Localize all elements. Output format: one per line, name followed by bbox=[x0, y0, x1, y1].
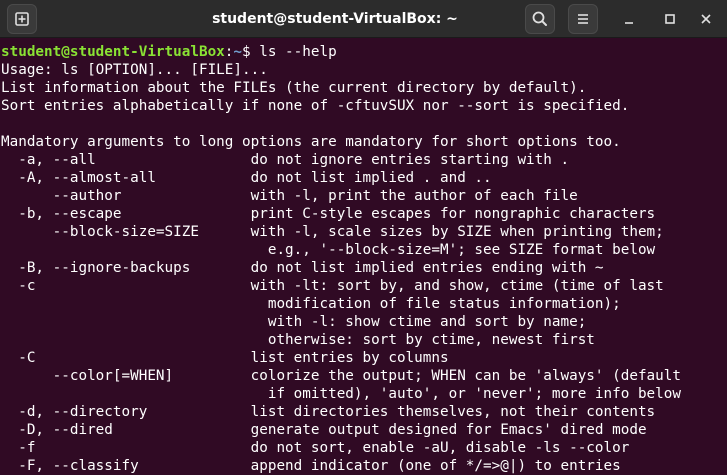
output-line: Usage: ls [OPTION]... [FILE]... bbox=[1, 62, 268, 78]
output-line: -b, --escape print C-style escapes for n… bbox=[1, 206, 656, 222]
maximize-button[interactable] bbox=[658, 7, 682, 31]
command-output: Usage: ls [OPTION]... [FILE]... List info… bbox=[1, 61, 727, 475]
prompt-symbol: $ bbox=[242, 44, 260, 60]
minimize-button[interactable] bbox=[617, 7, 641, 31]
output-line: otherwise: sort by ctime, newest first bbox=[1, 332, 595, 348]
command-text: ls --help bbox=[259, 44, 337, 60]
window-title: student@student-VirtualBox: ~ bbox=[212, 11, 458, 27]
new-tab-icon bbox=[15, 12, 29, 26]
title-bar[interactable]: student@student-VirtualBox: ~ bbox=[0, 0, 727, 38]
output-line: -F, --classify append indicator (one of … bbox=[1, 458, 621, 474]
output-line: Mandatory arguments to long options are … bbox=[1, 134, 621, 150]
output-line: List information about the FILEs (the cu… bbox=[1, 80, 587, 96]
hamburger-menu-icon bbox=[578, 14, 588, 24]
output-line: -C list entries by columns bbox=[1, 350, 449, 366]
search-button[interactable] bbox=[525, 4, 555, 34]
output-line: Sort entries alphabetically if none of -… bbox=[1, 98, 630, 114]
output-line: --color[=WHEN] colorize the output; WHEN… bbox=[1, 368, 681, 384]
prompt-path: ~ bbox=[233, 44, 243, 60]
output-line: -f do not sort, enable -aU, disable -ls … bbox=[1, 440, 630, 456]
output-line: -D, --dired generate output designed for… bbox=[1, 422, 647, 438]
prompt-user-host: student@student-VirtualBox bbox=[1, 44, 225, 60]
output-line: -a, --all do not ignore entries starting… bbox=[1, 152, 570, 168]
output-line: if omitted), 'auto', or 'never'; more in… bbox=[1, 386, 681, 402]
terminal-output[interactable]: student@student-VirtualBox:~$ ls --help … bbox=[0, 38, 727, 475]
close-icon bbox=[701, 14, 711, 24]
menu-button[interactable] bbox=[568, 4, 598, 34]
maximize-icon bbox=[665, 14, 675, 24]
output-line: -d, --directory list directories themsel… bbox=[1, 404, 656, 420]
output-line: --author with -l, print the author of ea… bbox=[1, 188, 578, 204]
new-tab-button[interactable] bbox=[7, 4, 37, 34]
output-line: -B, --ignore-backups do not list implied… bbox=[1, 260, 604, 276]
prompt-line: student@student-VirtualBox:~$ ls --help bbox=[1, 43, 727, 61]
output-line: -c with -lt: sort by, and show, ctime (t… bbox=[1, 278, 664, 294]
search-icon bbox=[532, 11, 547, 26]
terminal-window: student@student-VirtualBox: ~ student@st… bbox=[0, 0, 727, 475]
output-line: --block-size=SIZE with -l, scale sizes b… bbox=[1, 224, 664, 240]
output-line: modification of file status information)… bbox=[1, 296, 621, 312]
close-button[interactable] bbox=[694, 7, 718, 31]
minimize-icon bbox=[625, 22, 633, 24]
output-line: -A, --almost-all do not list implied . a… bbox=[1, 170, 492, 186]
output-line: e.g., '--block-size=M'; see SIZE format … bbox=[1, 242, 656, 258]
output-line: with -l: show ctime and sort by name; bbox=[1, 314, 587, 330]
